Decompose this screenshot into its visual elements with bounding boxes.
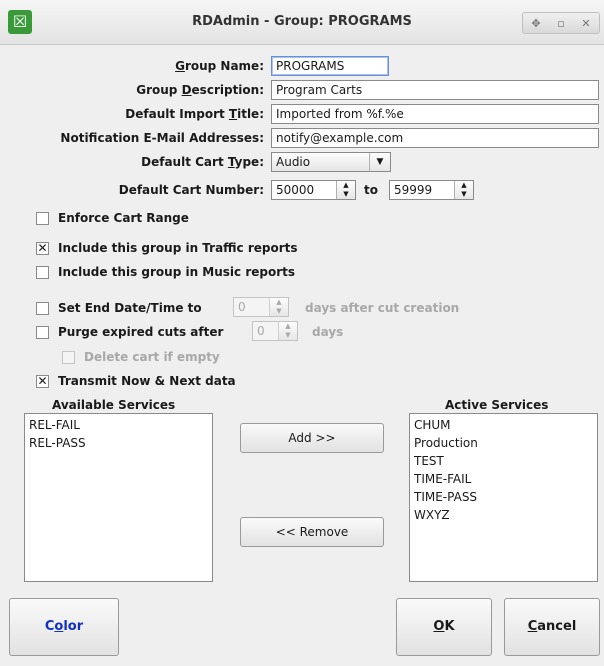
enforce-cart-range-checkbox[interactable]: [36, 212, 49, 225]
spin-arrows-icon[interactable]: ▲ ▼: [269, 298, 288, 316]
group-name-label: Group Name:: [175, 59, 264, 73]
restore-icon[interactable]: ✥: [531, 17, 540, 30]
group-description-field[interactable]: Program Carts: [271, 80, 599, 100]
cart-number-to-spinbox[interactable]: 59999 ▲ ▼: [389, 180, 474, 200]
list-item[interactable]: TIME-FAIL: [414, 470, 593, 488]
close-icon[interactable]: ✕: [581, 17, 590, 30]
default-import-title-label: Default Import Title:: [125, 107, 264, 121]
maximize-icon[interactable]: ▫: [557, 17, 564, 30]
default-cart-type-label: Default Cart Type:: [141, 155, 264, 169]
active-services-label: Active Services: [445, 398, 549, 412]
cart-number-from-value: 50000: [276, 183, 315, 197]
color-button[interactable]: Color: [9, 598, 119, 656]
end-datetime-suffix: days after cut creation: [305, 301, 460, 315]
add-service-button[interactable]: Add >>: [240, 423, 384, 453]
remove-service-button[interactable]: << Remove: [240, 517, 384, 547]
end-datetime-days-spinbox[interactable]: 0 ▲ ▼: [233, 297, 289, 317]
transmit-now-next-label: Transmit Now & Next data: [58, 374, 236, 388]
set-end-datetime-label: Set End Date/Time to: [58, 301, 202, 315]
to-label: to: [364, 183, 378, 197]
default-cart-type-value: Audio: [276, 155, 311, 169]
notification-email-field[interactable]: notify@example.com: [271, 128, 599, 148]
default-cart-type-select[interactable]: Audio ▼: [271, 152, 391, 172]
delete-cart-if-empty-label: Delete cart if empty: [84, 350, 220, 364]
music-reports-label: Include this group in Music reports: [58, 265, 296, 279]
end-datetime-days-value: 0: [238, 300, 246, 314]
traffic-reports-label: Include this group in Traffic reports: [58, 241, 298, 255]
purge-days-value: 0: [257, 324, 265, 338]
spin-arrows-icon[interactable]: ▲ ▼: [454, 181, 473, 199]
list-item[interactable]: REL-PASS: [29, 434, 208, 452]
transmit-now-next-checkbox[interactable]: ✕: [36, 375, 49, 388]
ok-button[interactable]: OK: [396, 598, 492, 656]
spin-arrows-icon[interactable]: ▲ ▼: [278, 322, 297, 340]
list-item[interactable]: CHUM: [414, 416, 593, 434]
list-item[interactable]: TIME-PASS: [414, 488, 593, 506]
notification-email-label: Notification E-Mail Addresses:: [60, 131, 264, 145]
list-item[interactable]: Production: [414, 434, 593, 452]
music-reports-checkbox[interactable]: [36, 266, 49, 279]
delete-cart-if-empty-checkbox[interactable]: [62, 351, 75, 364]
purge-days-suffix: days: [312, 325, 344, 339]
list-item[interactable]: WXYZ: [414, 506, 593, 524]
cart-number-to-value: 59999: [394, 183, 433, 197]
title-bar: ☒ RDAdmin - Group: PROGRAMS ✥ ▫ ✕: [0, 0, 604, 45]
list-item[interactable]: REL-FAIL: [29, 416, 208, 434]
traffic-reports-checkbox[interactable]: ✕: [36, 242, 49, 255]
chevron-down-icon: ▼: [369, 153, 390, 171]
purge-expired-checkbox[interactable]: [36, 326, 49, 339]
set-end-datetime-checkbox[interactable]: [36, 302, 49, 315]
available-services-label: Available Services: [52, 398, 176, 412]
spin-arrows-icon[interactable]: ▲ ▼: [336, 181, 355, 199]
purge-days-spinbox[interactable]: 0 ▲ ▼: [252, 321, 298, 341]
cancel-button[interactable]: Cancel: [504, 598, 600, 656]
window-title: RDAdmin - Group: PROGRAMS: [192, 14, 412, 29]
default-cart-number-label: Default Cart Number:: [118, 183, 264, 197]
active-services-list[interactable]: CHUM Production TEST TIME-FAIL TIME-PASS…: [409, 413, 598, 582]
group-name-field[interactable]: PROGRAMS: [271, 56, 389, 76]
list-item[interactable]: TEST: [414, 452, 593, 470]
window-controls: ✥ ▫ ✕: [522, 12, 600, 34]
cart-number-from-spinbox[interactable]: 50000 ▲ ▼: [271, 180, 356, 200]
available-services-list[interactable]: REL-FAIL REL-PASS: [24, 413, 213, 582]
default-import-title-field[interactable]: Imported from %f.%e: [271, 104, 599, 124]
purge-expired-label: Purge expired cuts after: [58, 325, 224, 339]
enforce-cart-range-label: Enforce Cart Range: [58, 211, 189, 225]
group-description-label: Group Description:: [136, 83, 264, 97]
